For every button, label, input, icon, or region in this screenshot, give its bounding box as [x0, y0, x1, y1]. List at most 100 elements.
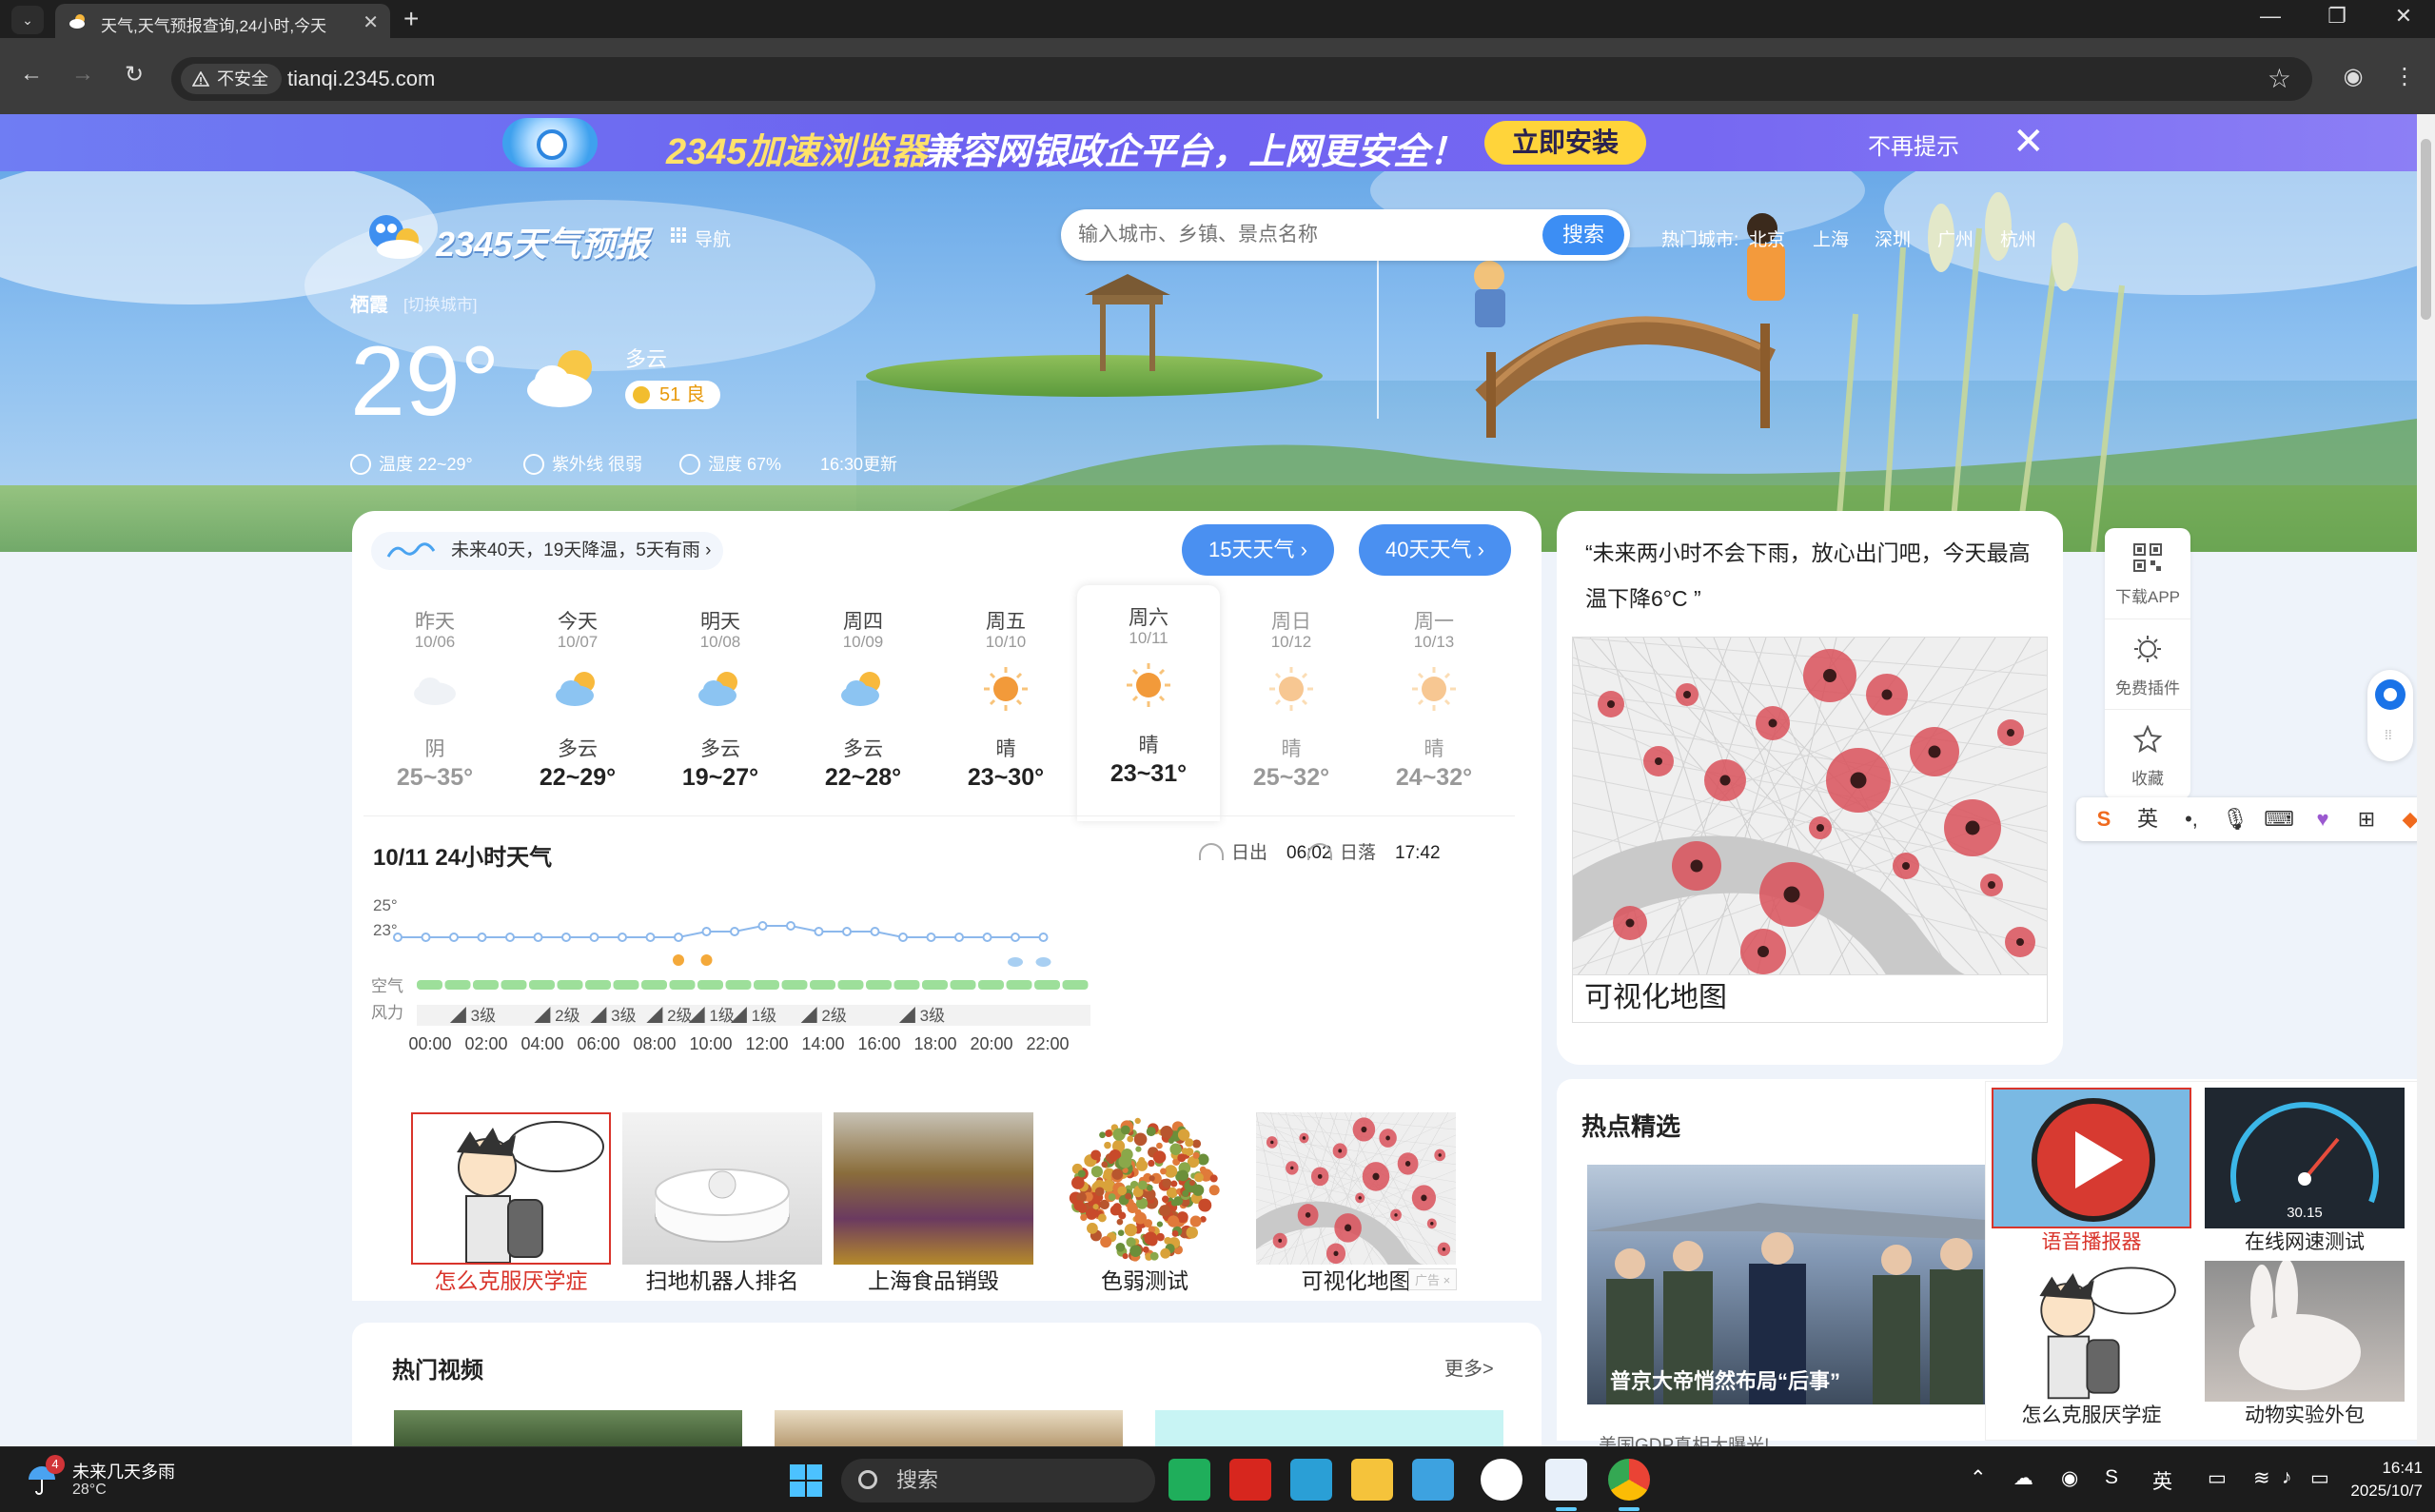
switch-city-link[interactable]: [切换城市]	[403, 291, 477, 315]
ime-lang-toggle[interactable]: 英	[2131, 805, 2164, 834]
thumb-card[interactable]: 可视化地图	[1256, 1112, 1456, 1293]
city-search-input[interactable]	[1078, 221, 1516, 249]
ad-tile[interactable]: 动物实验外包	[2201, 1257, 2408, 1428]
hot-city-link[interactable]: 杭州	[2000, 226, 2036, 251]
taskbar-clock[interactable]: 16:41 2025/10/7	[2327, 1457, 2423, 1502]
sogou-logo-icon[interactable]: S	[2088, 805, 2120, 834]
hot-city-link[interactable]: 上海	[1813, 226, 1849, 251]
trend-pill[interactable]: 未来40天，19天降温，5天有雨 ›	[371, 532, 723, 570]
volume-icon[interactable]: ♪	[2282, 1466, 2292, 1489]
drag-handle-icon[interactable]: ⁞⁞	[2385, 727, 2392, 742]
forward-icon[interactable]: →	[67, 61, 99, 88]
thumb-card[interactable]: 扫地机器人排名	[622, 1112, 822, 1293]
minimize-icon[interactable]: —	[2251, 4, 2289, 29]
browser-logo-icon	[502, 118, 598, 167]
video-thumbnail[interactable]	[394, 1410, 742, 1446]
taskbar-app-window-icon[interactable]	[1545, 1459, 1587, 1501]
tray-ime-logo-icon[interactable]: S	[2105, 1466, 2118, 1489]
city-name: 栖霞	[350, 295, 388, 316]
back-icon[interactable]: ←	[15, 61, 48, 88]
omnibox[interactable]: 不安全 tianqi.2345.com ☆	[171, 57, 2312, 101]
taskbar-app-notepad-icon[interactable]	[1412, 1459, 1454, 1501]
punctuation-icon[interactable]: •,	[2175, 805, 2208, 834]
tray-app-icon[interactable]: ◉	[2061, 1466, 2078, 1490]
aqi-badge[interactable]: 51 良	[625, 381, 720, 409]
air-quality-bar	[725, 980, 752, 990]
day-column[interactable]: 周一 10/13 晴 24~32°	[1363, 589, 1505, 817]
page-scrollbar[interactable]	[2417, 114, 2435, 1446]
install-button[interactable]: 立即安装	[1484, 121, 1646, 165]
address-toolbar: ← → ↻ 不安全 tianqi.2345.com ☆ ◉ ⋮	[0, 38, 2435, 114]
news-caption: 普京大帝悄然布局“后事”	[1610, 1369, 1841, 1393]
microphone-icon[interactable]: 🎙	[2219, 805, 2251, 834]
assistant-float[interactable]: ⁞⁞	[2367, 670, 2413, 761]
day-column[interactable]: 周四 10/09 多云 22~28°	[792, 589, 934, 817]
taskbar-app-map-icon[interactable]	[1290, 1459, 1332, 1501]
scroll-thumb[interactable]	[2421, 139, 2431, 320]
temperature-point	[618, 933, 627, 942]
dismiss-link[interactable]: 不再提示	[1868, 128, 1959, 161]
day-column[interactable]: 周日 10/12 晴 25~32°	[1220, 589, 1363, 817]
hot-city-link[interactable]: 广州	[1937, 226, 1974, 251]
video-thumbnail[interactable]	[775, 1410, 1123, 1446]
window-close-icon[interactable]: ✕	[2385, 4, 2423, 29]
visual-map-ad[interactable]	[1572, 637, 2048, 975]
ad-tile[interactable]: 30.15 在线网速测试	[2201, 1084, 2408, 1255]
windows-start-icon[interactable]	[790, 1464, 822, 1497]
reload-icon[interactable]: ↻	[118, 61, 150, 88]
hot-city-link[interactable]: 深圳	[1875, 226, 1911, 251]
taskbar-app-wps-icon[interactable]	[1229, 1459, 1271, 1501]
sunny-icon	[700, 954, 713, 966]
taskbar-app-wechat-icon[interactable]	[1168, 1459, 1210, 1501]
taskbar-app-assistant-icon[interactable]	[1481, 1459, 1522, 1501]
video-thumbnail[interactable]	[1155, 1410, 1503, 1446]
search-button[interactable]: 搜索	[1542, 215, 1624, 255]
profile-icon[interactable]: ◉	[2339, 63, 2367, 90]
taskbar-app-explorer-icon[interactable]	[1351, 1459, 1393, 1501]
taskbar-app-chrome-icon[interactable]	[1608, 1459, 1650, 1501]
toolbox-icon[interactable]: ⊞	[2350, 805, 2383, 834]
tray-lang[interactable]: 英	[2152, 1466, 2172, 1495]
tab-search-button[interactable]: ⌄	[11, 6, 44, 34]
restore-icon[interactable]: ❐	[2318, 4, 2356, 29]
day-column[interactable]: 周六 10/11 晴 23~31°	[1077, 585, 1220, 821]
browser-tab[interactable]: 天气,天气预报查询,24小时,今天 ✕	[55, 4, 390, 38]
more-menu-icon[interactable]: ⋮	[2390, 63, 2419, 90]
nav-link[interactable]: 导航	[695, 226, 731, 251]
new-tab-icon[interactable]: +	[403, 4, 419, 34]
more-link[interactable]: 更多>	[1444, 1353, 1494, 1381]
news-image[interactable]: 普京大帝悄然布局“后事”	[1587, 1165, 2012, 1404]
40-day-button[interactable]: 40天天气 ›	[1359, 524, 1511, 576]
taskbar-search[interactable]: 搜索	[841, 1459, 1155, 1502]
thumb-card[interactable]: 色弱测试	[1045, 1112, 1245, 1293]
ad-tile[interactable]: 怎么克服厌学症	[1988, 1257, 2195, 1428]
day-column[interactable]: 周五 10/10 晴 23~30°	[934, 589, 1077, 817]
day-column[interactable]: 昨天 10/06 阴 25~35°	[363, 589, 506, 817]
ad-tag[interactable]: 广告 ×	[1408, 1268, 1458, 1290]
thumb-card[interactable]: 怎么克服厌学症	[411, 1112, 611, 1293]
download-app-button[interactable]: 下载APP	[2105, 528, 2190, 619]
promo-close-icon[interactable]: ✕	[2013, 120, 2045, 164]
map-caption[interactable]: 可视化地图	[1572, 975, 2048, 1023]
favorite-button[interactable]: 收藏	[2105, 709, 2190, 799]
keyboard-icon[interactable]: ⌨	[2263, 805, 2295, 834]
battery-icon[interactable]: ▭	[2310, 1466, 2329, 1490]
sunrise-label: 日出	[1231, 843, 1268, 863]
day-column[interactable]: 明天 10/08 多云 19~27°	[649, 589, 792, 817]
wifi-icon[interactable]: ≋	[2253, 1466, 2270, 1490]
tray-expand-icon[interactable]: ⌃	[1970, 1466, 1987, 1490]
skin-icon[interactable]: ♥	[2307, 805, 2339, 834]
bookmark-star-icon[interactable]: ☆	[2268, 63, 2291, 94]
security-chip[interactable]: 不安全	[181, 64, 282, 94]
x-axis-label: 20:00	[970, 1034, 1012, 1053]
hot-city-link[interactable]: 北京	[1749, 226, 1785, 251]
tray-cloud-icon[interactable]: ☁	[2013, 1466, 2033, 1490]
tab-close-icon[interactable]: ✕	[363, 10, 379, 34]
taskbar-weather-title[interactable]: 未来几天多雨	[72, 1459, 175, 1483]
free-plugin-button[interactable]: 免费插件	[2105, 619, 2190, 709]
15-day-button[interactable]: 15天天气 ›	[1182, 524, 1334, 576]
tray-video-icon[interactable]: ▭	[2208, 1466, 2227, 1490]
ad-tile[interactable]: 语音播报器	[1988, 1084, 2195, 1255]
day-column[interactable]: 今天 10/07 多云 22~29°	[506, 589, 649, 817]
thumb-card[interactable]: 上海食品销毁	[834, 1112, 1033, 1293]
